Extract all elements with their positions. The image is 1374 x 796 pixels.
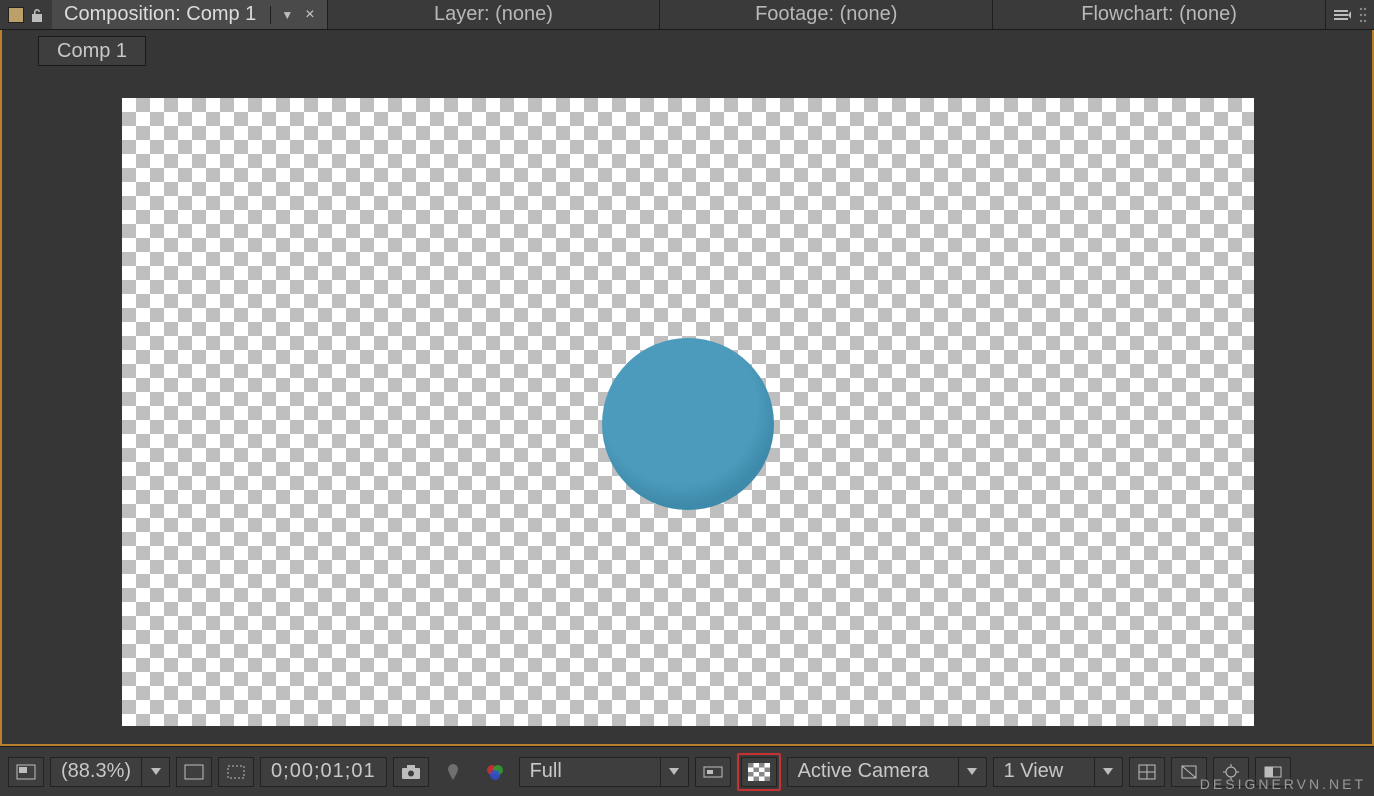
comp-color-swatch-icon (8, 7, 24, 23)
fast-previews-icon[interactable] (695, 757, 731, 787)
timecode-display[interactable]: 0;00;01;01 (260, 757, 387, 787)
tab-label: Layer: (none) (434, 3, 553, 26)
viewer-canvas[interactable] (122, 98, 1254, 726)
comp-breadcrumb[interactable]: Comp 1 (38, 36, 146, 66)
grid-guides-icon[interactable] (1129, 757, 1165, 787)
always-preview-icon[interactable] (8, 757, 44, 787)
view-count-select[interactable]: 1 View (993, 757, 1123, 787)
chevron-down-icon[interactable] (958, 758, 986, 786)
camera-select[interactable]: Active Camera (787, 757, 987, 787)
chevron-down-icon[interactable] (1094, 758, 1122, 786)
tab-composition[interactable]: Composition: Comp 1 ▼ × (52, 0, 328, 29)
transparency-grid-highlight (737, 753, 781, 791)
tab-label: Composition: Comp 1 (64, 3, 256, 26)
grip-icon[interactable] (1358, 6, 1368, 24)
rgb-channels-icon[interactable] (477, 757, 513, 787)
crop-to-roi-icon[interactable] (218, 757, 254, 787)
chevron-down-icon[interactable] (141, 758, 169, 786)
zoom-value: (88.3%) (51, 760, 141, 783)
view-value: 1 View (994, 760, 1094, 783)
toggle-transparency-grid-button[interactable] (741, 757, 777, 787)
close-icon[interactable]: × (305, 6, 314, 24)
tab-left-icons (0, 0, 52, 29)
region-of-interest-icon[interactable] (176, 757, 212, 787)
snapshot-icon[interactable] (393, 757, 429, 787)
camera-value: Active Camera (788, 760, 958, 783)
composition-viewer: Comp 1 (0, 30, 1374, 746)
panel-tabs: Composition: Comp 1 ▼ × Layer: (none) Fo… (0, 0, 1374, 30)
breadcrumb-label: Comp 1 (57, 40, 127, 63)
panel-menu-icon[interactable] (1332, 8, 1354, 22)
watermark: DESIGNERVN.NET (1200, 776, 1366, 792)
tab-layer[interactable]: Layer: (none) (328, 0, 661, 29)
chevron-down-icon[interactable] (660, 758, 688, 786)
tab-flowchart[interactable]: Flowchart: (none) (993, 0, 1326, 29)
tab-footage[interactable]: Footage: (none) (660, 0, 993, 29)
show-channel-icon[interactable] (435, 757, 471, 787)
tab-label: Footage: (none) (755, 3, 897, 26)
lock-icon[interactable] (30, 7, 44, 23)
resolution-value: Full (520, 760, 660, 783)
viewer-bottom-bar: (88.3%) 0;00;01;01 Full (0, 746, 1374, 796)
zoom-select[interactable]: (88.3%) (50, 757, 170, 787)
shape-circle[interactable] (602, 338, 774, 510)
resolution-select[interactable]: Full (519, 757, 689, 787)
tab-label: Flowchart: (none) (1081, 3, 1237, 26)
chevron-down-icon[interactable]: ▼ (281, 8, 293, 22)
